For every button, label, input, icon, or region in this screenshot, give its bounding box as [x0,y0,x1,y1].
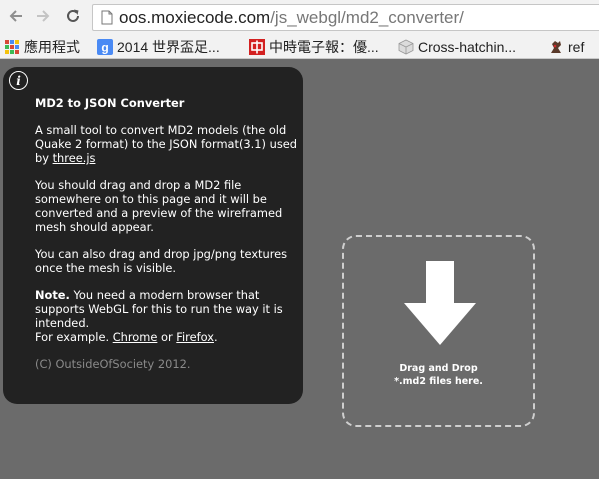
bookmarks-bar: 應用程式 g 2014 世界盃足... 中時電子報：優... Cross-hat… [0,34,599,59]
page-icon [101,10,113,25]
bookmark-crosshatching[interactable]: Cross-hatchin... [398,37,516,56]
chrome-link[interactable]: Chrome [113,330,158,344]
bookmark-label: 中時電子報：優... [269,38,379,55]
chinatimes-icon [249,38,265,55]
bookmark-label: 2014 世界盃足... [117,38,220,55]
down-arrow-icon [404,261,476,345]
copyright: (C) OutsideOfSociety 2012. [35,357,191,371]
intro-paragraph: A small tool to convert MD2 models (the … [35,123,299,165]
address-bar[interactable]: oos.moxiecode.com/js_webgl/md2_converter… [92,4,599,31]
drop-line-2: *.md2 files here. [394,376,483,387]
svg-text:g: g [101,40,108,54]
google-icon: g [97,38,113,55]
info-icon[interactable]: i [9,71,28,90]
url-text: oos.moxiecode.com/js_webgl/md2_converter… [119,8,464,28]
ref-icon [551,40,561,53]
reload-icon [67,9,79,22]
bookmark-worldcup[interactable]: g 2014 世界盃足... [97,37,220,56]
apps-grid-icon [5,39,19,54]
drop-instructions: Drag and Drop *.md2 files here. [344,362,533,388]
info-panel: i MD2 to JSON Converter A small tool to … [3,67,303,404]
drop-line-1: Drag and Drop [399,363,478,374]
period-text: . [213,330,218,344]
bookmark-label: Cross-hatchin... [418,38,517,55]
texture-instructions: You can also drag and drop jpg/png textu… [35,247,288,275]
drag-instructions: You should drag and drop a MD2 file some… [35,178,283,234]
bookmark-apps[interactable]: 應用程式 [4,37,80,56]
reload-button[interactable] [62,5,84,27]
note-paragraph: Note. You need a modern browser that sup… [35,288,299,344]
browser-toolbar: oos.moxiecode.com/js_webgl/md2_converter… [0,0,599,34]
bookmark-label: ref [568,38,585,55]
firefox-link[interactable]: Firefox [176,330,214,344]
converter-title: MD2 to JSON Converter [35,96,185,110]
bookmark-label: 應用程式 [24,38,80,55]
cube-icon [398,39,414,54]
info-content: MD2 to JSON Converter A small tool to co… [35,96,299,371]
forward-arrow-icon [37,10,50,22]
drop-zone[interactable]: Drag and Drop *.md2 files here. [342,235,535,427]
note-text: You need a modern browser that supports … [35,288,283,330]
back-arrow-icon [9,10,22,22]
or-text: or [157,330,177,344]
back-button[interactable] [5,5,27,27]
bookmark-chinatimes[interactable]: 中時電子報：優... [249,37,379,56]
url-host: oos.moxiecode.com [119,8,271,27]
note-label: Note. [35,288,70,302]
forward-button[interactable] [32,5,54,27]
threejs-link[interactable]: three.js [53,151,96,165]
bookmark-ref[interactable]: ref [548,37,584,56]
example-prefix: For example. [35,330,113,344]
url-path: /js_webgl/md2_converter/ [270,8,464,27]
